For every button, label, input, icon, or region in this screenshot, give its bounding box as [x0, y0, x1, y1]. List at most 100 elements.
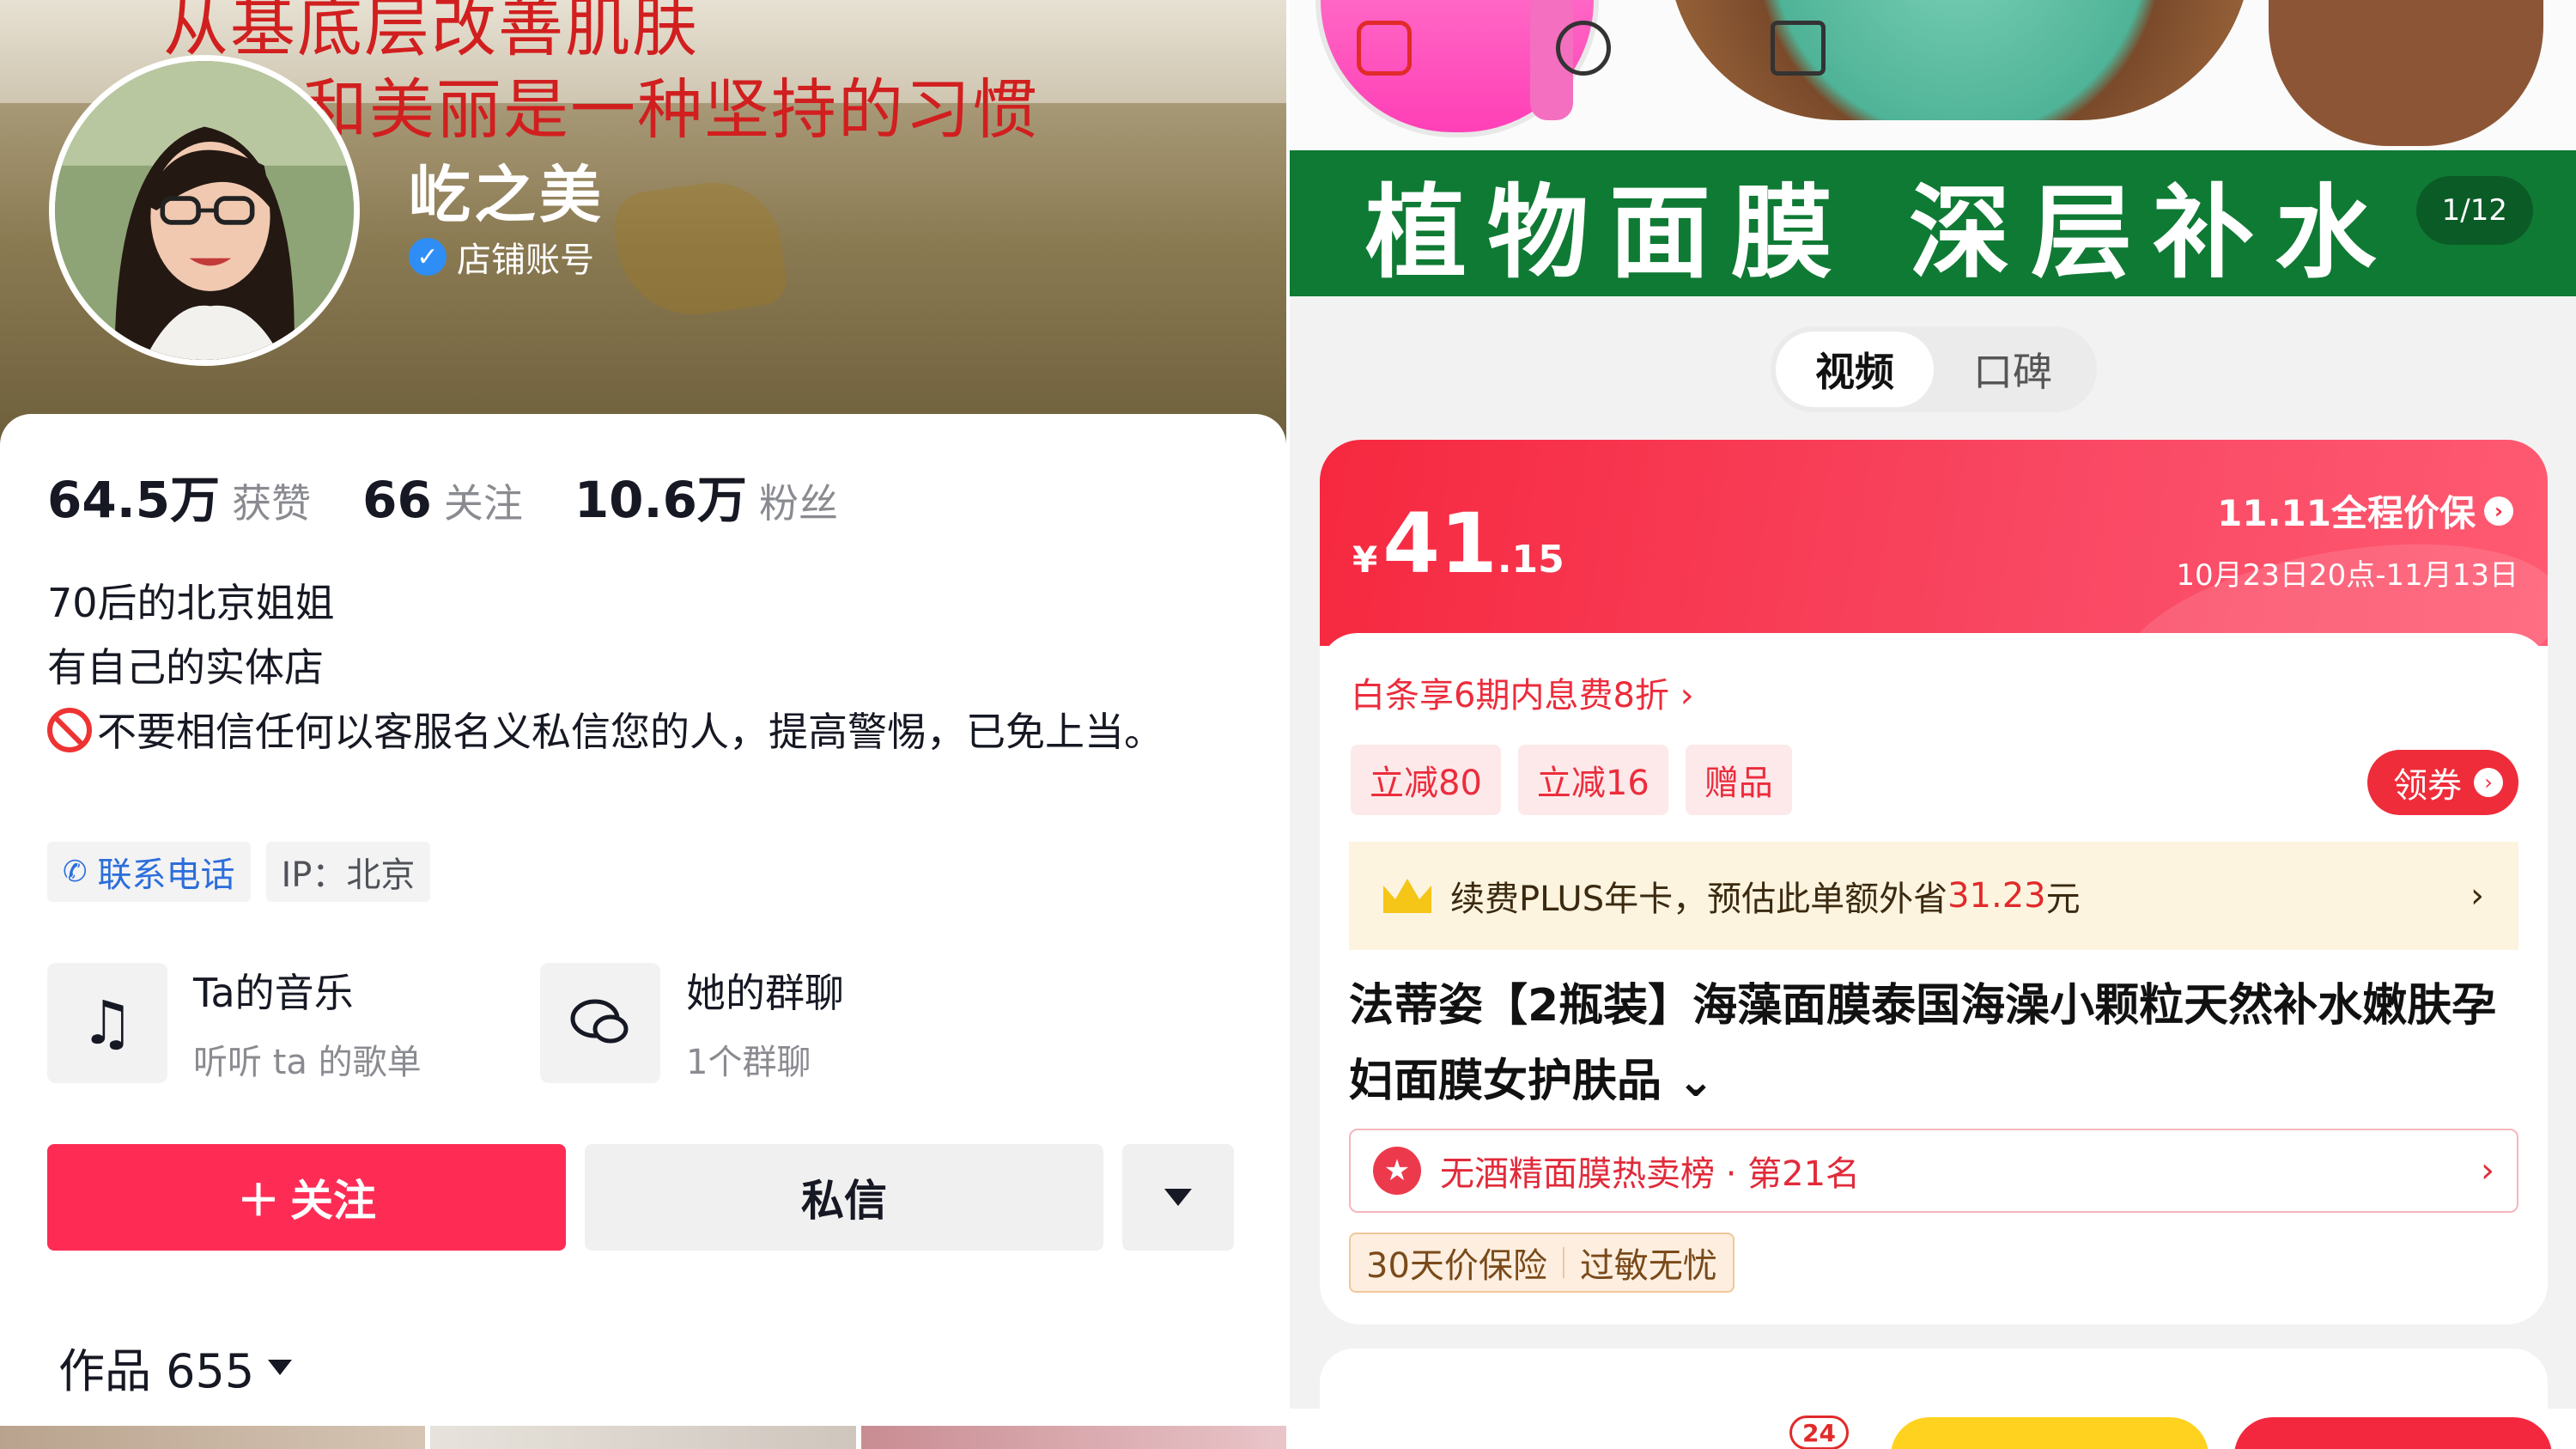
- guarantee-item: 30天价保险: [1366, 1246, 1547, 1286]
- stat-label: 粉丝: [758, 480, 838, 527]
- music-note-icon: ♫: [47, 963, 167, 1083]
- face-mask-graphic: [2269, 0, 2543, 146]
- mask-jar-graphic: [1668, 0, 2251, 120]
- baitiao-installment-link[interactable]: 白条享6期内息费8折 ›: [1351, 667, 1694, 717]
- group-chat-entry[interactable]: 她的群聊 1个群聊: [540, 962, 1033, 1084]
- ranking-label: 无酒精面膜热卖榜 · 第21名: [1440, 1154, 1861, 1194]
- caret-down-icon: [1164, 1189, 1192, 1206]
- arrow-right-icon: ›: [2474, 768, 2503, 797]
- chevron-right-icon: ›: [2481, 1151, 2494, 1190]
- ranking-link[interactable]: ★ 无酒精面膜热卖榜 · 第21名 ›: [1349, 1129, 2518, 1213]
- price-body: 白条享6期内息费8折 › 立减80 立减16 赠品 领券 › 续费PLUS年卡，…: [1320, 633, 2548, 1324]
- chat-bubbles-svg: [570, 999, 629, 1044]
- stat-following[interactable]: 66 关注: [362, 471, 523, 529]
- jd-product-panel: 植物面膜 深层补水 1/12 视频 口碑 ¥ 41 .15 11.11全程价保 …: [1290, 0, 2576, 1449]
- avatar[interactable]: [49, 55, 360, 366]
- price-integer: 41: [1382, 496, 1498, 592]
- guarantee-item: 过敏无忧: [1579, 1246, 1717, 1286]
- prohibited-icon: [47, 708, 92, 752]
- plus-text: 续费PLUS年卡，预估此单额外省: [1450, 880, 1948, 919]
- profile-tags: ✆ 联系电话 IP：北京: [47, 842, 431, 902]
- add-to-cart-button[interactable]: [1891, 1417, 2208, 1449]
- message-label: 私信: [801, 1176, 887, 1226]
- cover-logo: [610, 174, 790, 325]
- message-button[interactable]: 私信: [585, 1144, 1103, 1251]
- video-thumbnail[interactable]: [0, 1426, 426, 1449]
- video-thumbnail[interactable]: [430, 1426, 856, 1449]
- product-banner: 植物面膜 深层补水: [1290, 150, 2576, 296]
- verified-check-icon: ✓: [409, 238, 447, 276]
- nickname: 屹之美: [409, 159, 605, 231]
- cart-icon[interactable]: [1771, 21, 1826, 76]
- tab-video[interactable]: 视频: [1776, 332, 1934, 407]
- bio-line: 70后的北京姐姐: [47, 580, 335, 626]
- coupon-chip[interactable]: 赠品: [1685, 745, 1792, 815]
- cover-caption-line2: 和美丽是一种坚持的习惯: [302, 71, 1039, 148]
- stat-value: 66: [362, 471, 432, 529]
- price-currency: ¥: [1352, 539, 1378, 581]
- price-protection-link[interactable]: 11.11全程价保 ›: [2217, 484, 2513, 537]
- bio-line: 有自己的实体店: [47, 644, 324, 691]
- works-tab[interactable]: 作品 655: [58, 1333, 293, 1401]
- tab-reviews[interactable]: 口碑: [1934, 332, 2092, 407]
- price-protection-date: 10月23日20点-11月13日: [2176, 558, 2518, 593]
- stat-label: 获赞: [232, 480, 312, 527]
- price-header: ¥ 41 .15 11.11全程价保 › 10月23日20点-11月13日: [1320, 440, 2548, 761]
- service-guarantees[interactable]: 30天价保险 过敏无忧: [1349, 1233, 1735, 1293]
- arrow-right-icon: ›: [2484, 496, 2513, 526]
- price-decimal: .15: [1497, 538, 1564, 581]
- image-counter: 1/12: [2415, 176, 2533, 245]
- banner-text: 植物面膜 深层补水: [1365, 173, 2397, 292]
- ranking-badge-icon: ★: [1373, 1147, 1421, 1195]
- stat-value: 64.5万: [47, 471, 221, 529]
- douyin-profile-panel: 从基底层改善肌肤 和美丽是一种坚持的习惯 屹之美 ✓ 店铺账号 64.5万 获赞…: [0, 0, 1286, 1449]
- product-title[interactable]: 法蒂姿【2瓶装】海藻面膜泰国海澡小颗粒天然补水嫩肤孕妇面膜女护肤品 ⌄: [1349, 968, 2534, 1119]
- entry-subtitle: 1个群聊: [686, 1043, 811, 1082]
- video-thumbnail[interactable]: [860, 1426, 1286, 1449]
- entry-subtitle: 听听 ta 的歌单: [193, 1043, 422, 1082]
- get-coupon-label: 领券: [2393, 766, 2462, 806]
- verified-badge: ✓ 店铺账号: [409, 232, 594, 282]
- buy-now-button[interactable]: [2234, 1417, 2552, 1449]
- media-segment-control: 视频 口碑: [1771, 326, 2097, 412]
- coupon-list: 立减80 立减16 赠品: [1351, 745, 1792, 815]
- contact-phone-tag[interactable]: ✆ 联系电话: [47, 842, 251, 902]
- profile-entries: ♫ Ta的音乐 听听 ta 的歌单 她的群聊 1个群聊: [47, 962, 1033, 1084]
- price-protection-label: 11.11全程价保: [2217, 492, 2476, 534]
- entry-title: 她的群聊: [686, 970, 844, 1016]
- cart-count-badge: 24: [1789, 1416, 1849, 1449]
- contact-phone-label: 联系电话: [97, 855, 235, 895]
- stat-likes[interactable]: 64.5万 获赞: [47, 460, 311, 532]
- get-coupon-button[interactable]: 领券 ›: [2367, 750, 2518, 815]
- coupon-chip[interactable]: 立减80: [1351, 745, 1501, 815]
- stat-value: 10.6万: [574, 471, 747, 529]
- shop-icon[interactable]: [1357, 21, 1412, 76]
- bio-warning-text: 不要相信任何以客服名义私信您的人，提高警惕，已免上当。: [97, 709, 1163, 755]
- profile-actions: ＋ 关注 私信: [47, 1144, 1234, 1251]
- product-image[interactable]: [1290, 0, 2576, 150]
- ip-location-tag: IP：北京: [265, 842, 431, 902]
- chevron-right-icon: ›: [2470, 876, 2484, 916]
- verified-label: 店铺账号: [457, 240, 594, 280]
- crown-icon: [1383, 879, 1431, 913]
- follow-label: 关注: [290, 1176, 376, 1226]
- plus-amount: 31.23: [1947, 876, 2046, 916]
- plus-membership-banner[interactable]: 续费PLUS年卡，预估此单额外省 31.23 元 ›: [1349, 842, 2518, 950]
- profile-stats: 64.5万 获赞 66 关注 10.6万 粉丝: [47, 460, 838, 532]
- price: ¥ 41 .15: [1352, 496, 1564, 592]
- music-entry[interactable]: ♫ Ta的音乐 听听 ta 的歌单: [47, 962, 540, 1084]
- stat-followers[interactable]: 10.6万 粉丝: [574, 460, 838, 532]
- entry-title: Ta的音乐: [193, 970, 354, 1016]
- more-options-button[interactable]: [1122, 1144, 1234, 1251]
- avatar-portrait: [55, 61, 354, 360]
- phone-icon: ✆: [63, 855, 88, 889]
- coupon-chip[interactable]: 立减16: [1517, 745, 1668, 815]
- stat-label: 关注: [443, 480, 523, 527]
- customer-service-icon[interactable]: [1556, 21, 1611, 76]
- works-grid: [0, 1426, 1286, 1449]
- plus-icon: ＋: [237, 1176, 280, 1226]
- profile-card: [0, 414, 1286, 1449]
- follow-button[interactable]: ＋ 关注: [47, 1144, 566, 1251]
- profile-bio: 70后的北京姐姐 有自己的实体店 不要相信任何以客服名义私信您的人，提高警惕，已…: [47, 571, 1249, 764]
- caret-down-icon: [268, 1359, 293, 1375]
